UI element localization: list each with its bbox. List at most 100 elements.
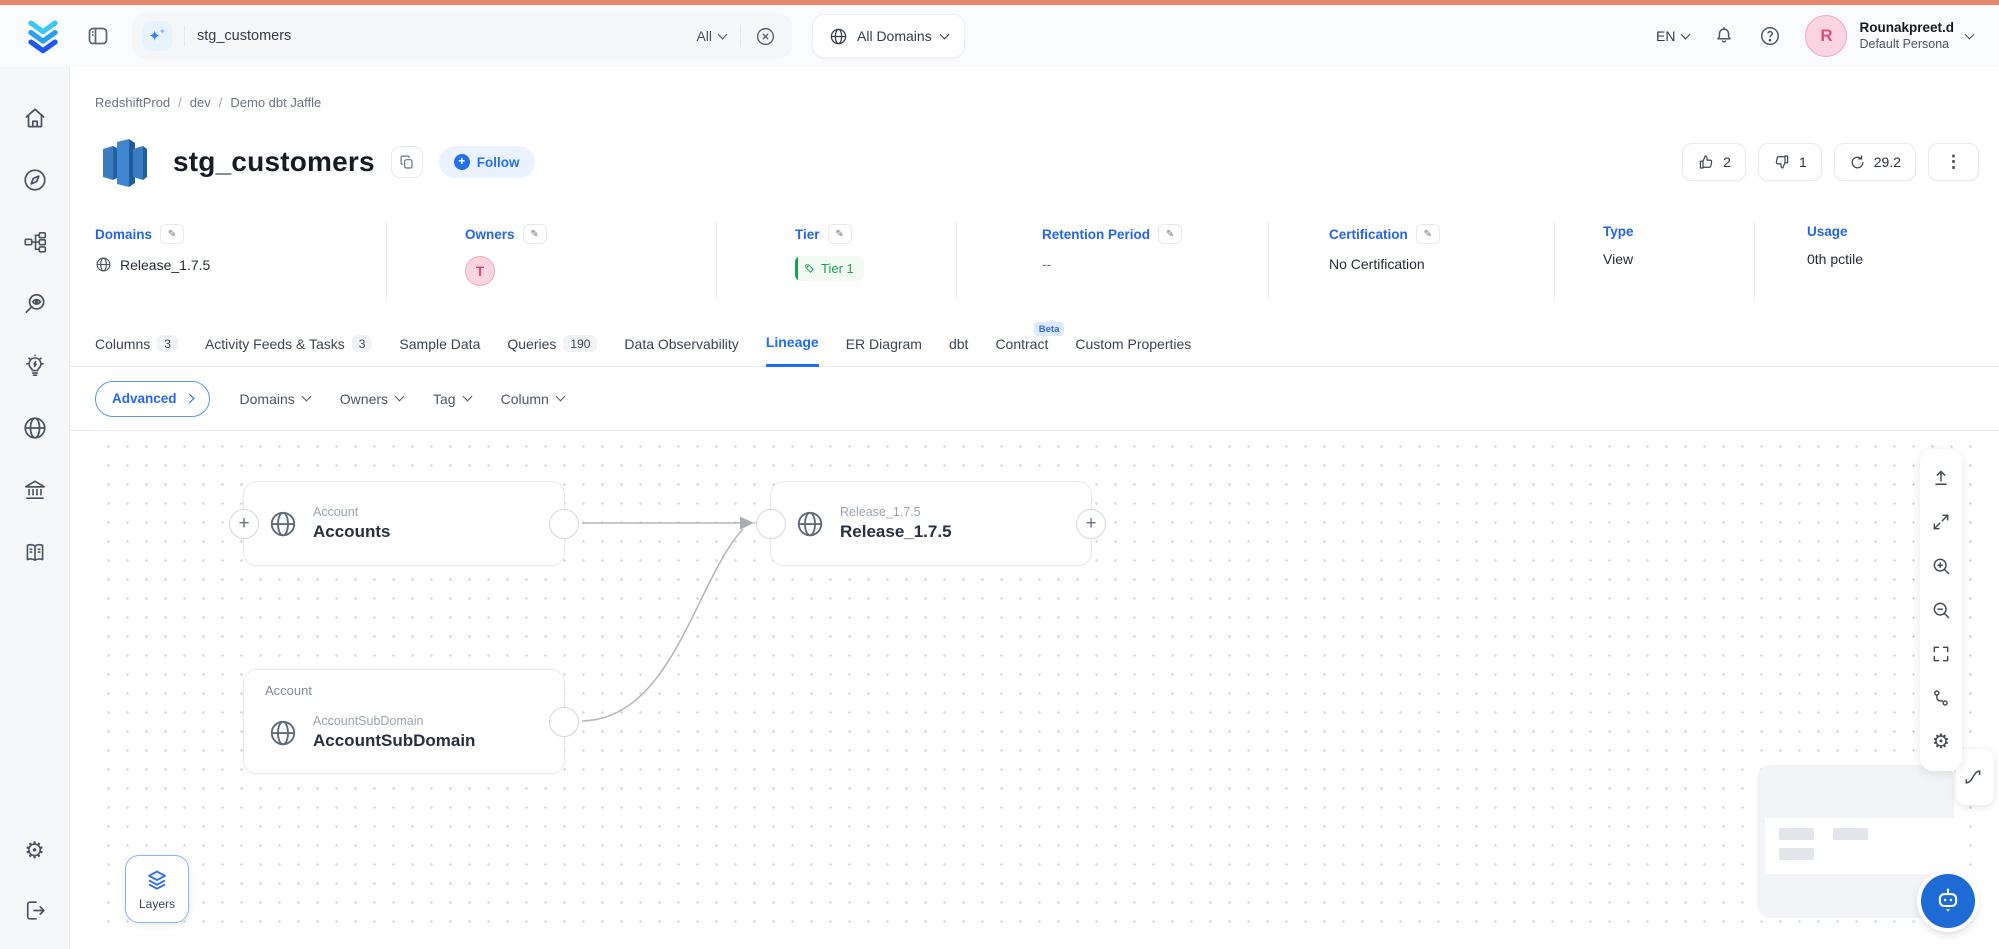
tab-lineage[interactable]: Lineage <box>766 334 819 367</box>
meta-usage: Usage 0th pctile <box>1755 222 1975 300</box>
follow-button[interactable]: + Follow <box>439 146 535 178</box>
copy-name-button[interactable] <box>391 146 423 178</box>
chevron-down-icon <box>462 392 472 402</box>
popularity-button[interactable]: 29.2 <box>1834 143 1916 181</box>
node-subtitle: AccountSubDomain <box>313 714 475 728</box>
thumbs-down-icon <box>1773 153 1791 171</box>
tab-queries[interactable]: Queries190 <box>507 335 597 366</box>
chevron-right-icon <box>184 394 194 404</box>
filter-column-dropdown[interactable]: Column <box>501 391 564 407</box>
tag-icon <box>804 263 815 274</box>
search-scope-dropdown[interactable]: All <box>696 28 726 44</box>
meta-owners: Owners ✎ T <box>387 222 717 300</box>
globe-icon <box>829 27 848 46</box>
clear-search-icon[interactable] <box>755 26 776 47</box>
export-icon[interactable] <box>1920 456 1962 500</box>
left-nav-sidebar: ⚙ <box>0 67 70 949</box>
ai-sparkle-icon: ✦✦ <box>142 21 172 51</box>
filter-owners-dropdown[interactable]: Owners <box>340 391 403 407</box>
edit-icon[interactable]: ✎ <box>160 224 184 244</box>
expand-all-icon[interactable] <box>1920 500 1962 544</box>
divider <box>740 25 741 47</box>
search-input[interactable] <box>197 28 696 44</box>
chevron-down-icon <box>301 392 311 402</box>
tab-er-diagram[interactable]: ER Diagram <box>846 336 922 366</box>
domains-filter-dropdown[interactable]: All Domains <box>812 14 965 58</box>
minimap-viewport <box>1765 818 1954 874</box>
node-title: AccountSubDomain <box>313 731 475 751</box>
lineage-node-release[interactable]: Release_1.7.5 Release_1.7.5 + <box>770 481 1092 566</box>
owner-avatar[interactable]: T <box>465 256 495 286</box>
output-port[interactable] <box>549 509 579 539</box>
node-subtitle: Account <box>313 505 390 519</box>
observability-search-icon[interactable] <box>22 291 48 317</box>
fullscreen-icon[interactable] <box>1920 632 1962 676</box>
edit-icon[interactable]: ✎ <box>1158 224 1182 244</box>
tab-custom-properties[interactable]: Custom Properties <box>1075 336 1191 366</box>
tab-data-observability[interactable]: Data Observability <box>624 336 738 366</box>
domain-value[interactable]: Release_1.7.5 <box>120 257 210 273</box>
canvas-settings-gear-icon[interactable]: ⚙ <box>1920 720 1962 764</box>
logout-icon[interactable] <box>22 898 47 923</box>
asset-tabs: Columns3 Activity Feeds & Tasks3 Sample … <box>70 334 1999 367</box>
tab-activity-feeds[interactable]: Activity Feeds & Tasks3 <box>205 335 372 366</box>
expand-upstream-button[interactable]: + <box>229 509 259 539</box>
language-dropdown[interactable]: EN <box>1656 28 1689 44</box>
governance-bank-icon[interactable] <box>22 477 48 503</box>
breadcrumb-database[interactable]: Demo dbt Jaffle <box>230 95 321 110</box>
lineage-sitemap-icon[interactable] <box>22 229 48 255</box>
filter-domains-dropdown[interactable]: Domains <box>240 391 310 407</box>
home-icon[interactable] <box>22 105 48 131</box>
lineage-node-accountsubdomain[interactable]: Account AccountSubDomain AccountSubDomai… <box>243 669 565 774</box>
layers-label: Layers <box>139 897 175 911</box>
ai-chat-button[interactable] <box>1921 874 1975 928</box>
glossary-book-icon[interactable] <box>22 539 48 565</box>
globe-domains-icon[interactable] <box>22 415 48 441</box>
expand-downstream-button[interactable]: + <box>1076 509 1106 539</box>
tier-badge[interactable]: Tier 1 <box>795 256 864 281</box>
lineage-filter-bar: Advanced Domains Owners Tag Column <box>70 367 1999 431</box>
node-subtitle: Release_1.7.5 <box>840 505 952 519</box>
zoom-out-icon[interactable] <box>1920 588 1962 632</box>
edit-icon[interactable]: ✎ <box>1416 224 1440 244</box>
route-style-icon[interactable] <box>1920 676 1962 720</box>
tab-dbt[interactable]: dbt <box>949 336 968 366</box>
domain-globe-icon <box>795 509 825 539</box>
lineage-canvas[interactable]: + Account Accounts Release_1.7.5 Rel <box>95 431 1984 939</box>
likes-button[interactable]: 2 <box>1682 143 1746 181</box>
insights-bulb-icon[interactable] <box>22 353 48 379</box>
advanced-filters-button[interactable]: Advanced <box>95 381 210 417</box>
help-icon[interactable] <box>1759 25 1781 47</box>
breadcrumb: RedshiftProd / dev / Demo dbt Jaffle <box>95 95 1999 110</box>
output-port[interactable] <box>549 707 579 737</box>
user-avatar[interactable]: R <box>1805 15 1847 57</box>
edit-icon[interactable]: ✎ <box>523 224 547 244</box>
user-persona: Default Persona <box>1859 37 1954 53</box>
breadcrumb-schema[interactable]: dev <box>190 95 211 110</box>
tab-sample-data[interactable]: Sample Data <box>399 336 480 366</box>
sidebar-toggle-icon[interactable] <box>86 24 110 48</box>
layers-button[interactable]: Layers <box>125 855 189 923</box>
lineage-node-accounts[interactable]: + Account Accounts <box>243 481 565 566</box>
search-bar[interactable]: ✦✦ All <box>132 13 792 59</box>
edit-icon[interactable]: ✎ <box>828 224 852 244</box>
chevron-down-icon <box>718 29 728 39</box>
user-menu[interactable]: R Rounakpreet.d Default Persona <box>1805 15 1973 57</box>
zoom-in-icon[interactable] <box>1920 544 1962 588</box>
redshift-asset-icon <box>95 134 151 190</box>
tab-contract[interactable]: Contract Beta <box>995 336 1048 366</box>
globe-icon <box>95 256 112 273</box>
compass-discover-icon[interactable] <box>22 167 48 193</box>
tab-columns[interactable]: Columns3 <box>95 335 178 366</box>
notifications-bell-icon[interactable] <box>1713 25 1735 47</box>
breadcrumb-connection[interactable]: RedshiftProd <box>95 95 170 110</box>
refresh-icon <box>1849 154 1866 171</box>
chevron-down-icon <box>939 29 949 39</box>
user-name: Rounakpreet.d <box>1859 20 1954 37</box>
dislikes-button[interactable]: 1 <box>1758 143 1822 181</box>
settings-gear-icon[interactable]: ⚙ <box>24 839 45 862</box>
app-logo-icon[interactable] <box>22 15 64 57</box>
input-port[interactable] <box>756 509 786 539</box>
more-actions-button[interactable]: ⋮ <box>1928 143 1979 181</box>
filter-tag-dropdown[interactable]: Tag <box>433 391 471 407</box>
